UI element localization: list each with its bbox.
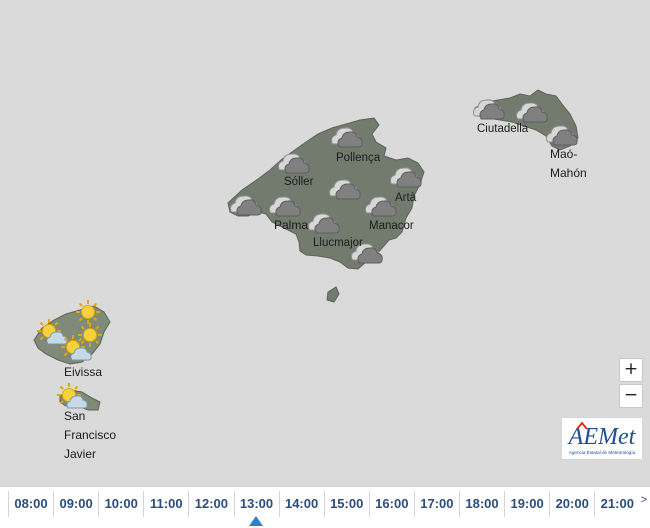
place-label-francisco: Francisco — [64, 428, 117, 442]
timeline-slots: 08:00 09:00 10:00 11:00 12:00 13:00 14:00 15:00… — [0, 487, 650, 528]
hour-slot[interactable]: 21:00 — [594, 491, 639, 517]
selected-hour-marker — [249, 516, 263, 526]
sun-icon[interactable] — [75, 299, 101, 325]
place-label-arta: Artà — [395, 192, 417, 204]
place-label-mahon: Mahón — [550, 166, 587, 180]
timeline-bar: 08:00 09:00 10:00 11:00 12:00 13:00 14:00 15:00… — [0, 486, 650, 528]
weather-map[interactable] — [0, 0, 650, 468]
hour-slot[interactable]: 15:00 — [323, 491, 369, 517]
hour-slot[interactable]: 20:00 — [549, 491, 594, 517]
place-label-palma: Palma — [274, 218, 309, 232]
zoom-in-button[interactable]: + — [619, 358, 643, 382]
place-label-manacor: Manacor — [369, 220, 414, 232]
hour-slot[interactable]: 09:00 — [53, 491, 98, 517]
place-label-mao: Maó- — [550, 147, 578, 161]
hour-slot[interactable]: 17:00 — [413, 491, 459, 517]
place-label-javier: Javier — [64, 447, 97, 461]
place-label-ciutadella: Ciutadella — [477, 123, 529, 135]
aemet-logo: AEMet Agencia Estatal de Meteorología — [561, 417, 643, 460]
hour-slot[interactable]: 10:00 — [98, 491, 143, 517]
timeline-next-button[interactable]: > — [638, 488, 650, 516]
hour-slot[interactable]: 12:00 — [188, 491, 233, 517]
sun-icon[interactable] — [77, 322, 103, 348]
hour-slot[interactable]: 11:00 — [143, 491, 188, 517]
hour-slot[interactable]: 16:00 — [368, 491, 414, 517]
place-label-llucmajor: Llucmajor — [313, 237, 363, 249]
cabrera-island — [326, 286, 340, 303]
zoom-out-button[interactable]: − — [619, 384, 643, 408]
aemet-logo-mark: AEMet Agencia Estatal de Meteorología — [567, 421, 637, 455]
place-label-pollenca: Pollença — [336, 152, 381, 164]
logo-tagline: Agencia Estatal de Meteorología — [569, 450, 636, 455]
hour-slot[interactable]: 13:00 — [233, 491, 279, 517]
place-label-eivissa: Eivissa — [64, 365, 103, 379]
hour-slot[interactable]: 08:00 — [8, 491, 53, 517]
hour-slot[interactable]: 14:00 — [278, 491, 324, 517]
hour-slot[interactable]: 18:00 — [459, 491, 504, 517]
place-label-san: San — [64, 409, 86, 423]
place-label-soller: Sóller — [284, 176, 314, 188]
hour-slot[interactable]: 19:00 — [504, 491, 549, 517]
